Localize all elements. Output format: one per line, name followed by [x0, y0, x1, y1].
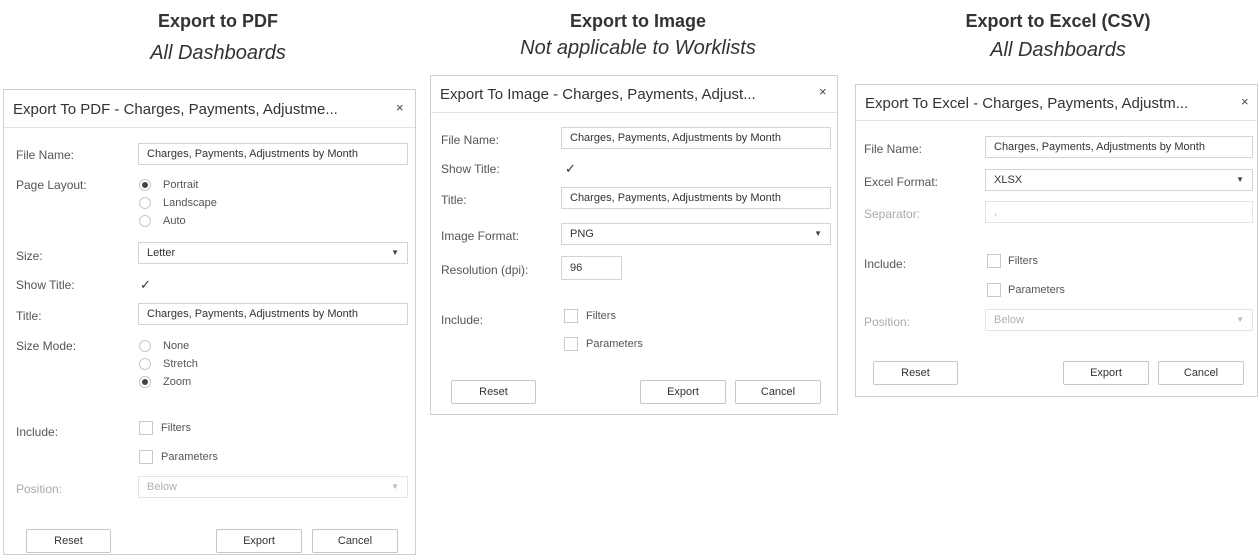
dialog-header: Export To Excel - Charges, Payments, Adj…	[856, 85, 1257, 121]
show-title-label: Show Title:	[16, 278, 75, 292]
filters-label: Filters	[161, 422, 191, 434]
parameters-checkbox[interactable]	[987, 283, 1001, 297]
title-input[interactable]: Charges, Payments, Adjustments by Month	[561, 187, 831, 209]
dialog-header: Export To PDF - Charges, Payments, Adjus…	[4, 90, 415, 128]
show-title-checkbox[interactable]: ✓	[565, 162, 576, 175]
size-mode-label: Size Mode:	[16, 339, 77, 353]
cancel-button[interactable]: Cancel	[312, 529, 398, 553]
pdf-column-heading: Export to PDF All Dashboards	[98, 10, 338, 65]
filters-checkbox[interactable]	[987, 254, 1001, 268]
filters-checkbox[interactable]	[564, 309, 578, 323]
export-button[interactable]: Export	[1063, 361, 1149, 385]
title-label: Title:	[16, 309, 42, 323]
size-select[interactable]: Letter ▼	[138, 242, 408, 264]
close-icon[interactable]: ×	[396, 100, 404, 115]
position-value: Below	[147, 481, 177, 493]
image-format-label: Image Format:	[441, 229, 520, 243]
excel-subheading: All Dashboards	[990, 39, 1126, 61]
include-label: Include:	[864, 257, 907, 271]
parameters-checkbox[interactable]	[564, 337, 578, 351]
reset-button[interactable]: Reset	[873, 361, 958, 385]
image-format-select[interactable]: PNG ▼	[561, 223, 831, 245]
title-label: Title:	[441, 193, 467, 207]
separator-input: ,	[985, 201, 1253, 223]
excel-format-value: XLSX	[994, 174, 1023, 186]
reset-button[interactable]: Reset	[451, 380, 536, 404]
chevron-down-icon: ▼	[1236, 175, 1244, 184]
excel-column-heading: Export to Excel (CSV) All Dashboards	[918, 10, 1198, 62]
chevron-down-icon: ▼	[391, 482, 399, 491]
position-value: Below	[994, 314, 1024, 326]
excel-format-select[interactable]: XLSX ▼	[985, 169, 1253, 191]
chevron-down-icon: ▼	[814, 229, 822, 238]
excel-format-label: Excel Format:	[864, 175, 939, 189]
resolution-input[interactable]: 96	[561, 256, 622, 280]
position-label: Position:	[864, 315, 911, 329]
cancel-button[interactable]: Cancel	[735, 380, 821, 404]
position-select: Below ▼	[985, 309, 1253, 331]
file-name-input[interactable]: Charges, Payments, Adjustments by Month	[138, 143, 408, 165]
excel-heading: Export to Excel (CSV)	[965, 11, 1151, 31]
dialog-title: Export To Image - Charges, Payments, Adj…	[440, 86, 756, 103]
pdf-subheading: All Dashboards	[150, 42, 286, 64]
none-radio[interactable]	[139, 340, 151, 352]
include-label: Include:	[16, 425, 59, 439]
position-select: Below ▼	[138, 476, 408, 498]
landscape-radio[interactable]	[139, 197, 151, 209]
auto-label: Auto	[163, 215, 186, 227]
auto-radio[interactable]	[139, 215, 151, 227]
portrait-radio[interactable]	[139, 179, 151, 191]
stretch-radio[interactable]	[139, 358, 151, 370]
cancel-button[interactable]: Cancel	[1158, 361, 1244, 385]
filters-checkbox[interactable]	[139, 421, 153, 435]
portrait-label: Portrait	[163, 179, 199, 191]
image-column-heading: Export to Image Not applicable to Workli…	[488, 10, 788, 60]
dialog-title: Export To PDF - Charges, Payments, Adjus…	[13, 101, 338, 118]
export-image-dialog: Export To Image - Charges, Payments, Adj…	[430, 75, 838, 415]
show-title-checkbox[interactable]: ✓	[140, 278, 151, 291]
parameters-label: Parameters	[1008, 284, 1065, 296]
landscape-label: Landscape	[163, 197, 217, 209]
resolution-label: Resolution (dpi):	[441, 263, 529, 277]
dialog-title: Export To Excel - Charges, Payments, Adj…	[865, 95, 1189, 112]
chevron-down-icon: ▼	[1236, 315, 1244, 324]
image-format-value: PNG	[570, 228, 594, 240]
parameters-checkbox[interactable]	[139, 450, 153, 464]
image-heading: Export to Image	[569, 11, 707, 31]
close-icon[interactable]: ×	[1241, 94, 1249, 109]
position-label: Position:	[16, 482, 63, 496]
none-label: None	[163, 340, 190, 352]
file-name-label: File Name:	[864, 142, 923, 156]
filters-label: Filters	[1008, 255, 1038, 267]
export-excel-dialog: Export To Excel - Charges, Payments, Adj…	[855, 84, 1258, 397]
show-title-label: Show Title:	[441, 162, 500, 176]
reset-button[interactable]: Reset	[26, 529, 111, 553]
zoom-label: Zoom	[163, 376, 192, 388]
parameters-label: Parameters	[161, 451, 218, 463]
image-subheading: Not applicable to Worklists	[520, 37, 756, 59]
dialog-header: Export To Image - Charges, Payments, Adj…	[431, 76, 837, 113]
file-name-label: File Name:	[441, 133, 500, 147]
export-button[interactable]: Export	[216, 529, 302, 553]
zoom-radio[interactable]	[139, 376, 151, 388]
separator-label: Separator:	[864, 207, 921, 221]
size-value: Letter	[147, 247, 176, 259]
file-name-label: File Name:	[16, 148, 75, 162]
file-name-input[interactable]: Charges, Payments, Adjustments by Month	[561, 127, 831, 149]
page-layout-label: Page Layout:	[16, 178, 87, 192]
parameters-label: Parameters	[586, 338, 643, 350]
close-icon[interactable]: ×	[819, 84, 827, 99]
include-label: Include:	[441, 313, 484, 327]
title-input[interactable]: Charges, Payments, Adjustments by Month	[138, 303, 408, 325]
export-pdf-dialog: Export To PDF - Charges, Payments, Adjus…	[3, 89, 416, 555]
file-name-input[interactable]: Charges, Payments, Adjustments by Month	[985, 136, 1253, 158]
stretch-label: Stretch	[163, 358, 198, 370]
chevron-down-icon: ▼	[391, 248, 399, 257]
export-button[interactable]: Export	[640, 380, 726, 404]
size-label: Size:	[16, 249, 43, 263]
pdf-heading: Export to PDF	[158, 11, 278, 31]
filters-label: Filters	[586, 310, 616, 322]
